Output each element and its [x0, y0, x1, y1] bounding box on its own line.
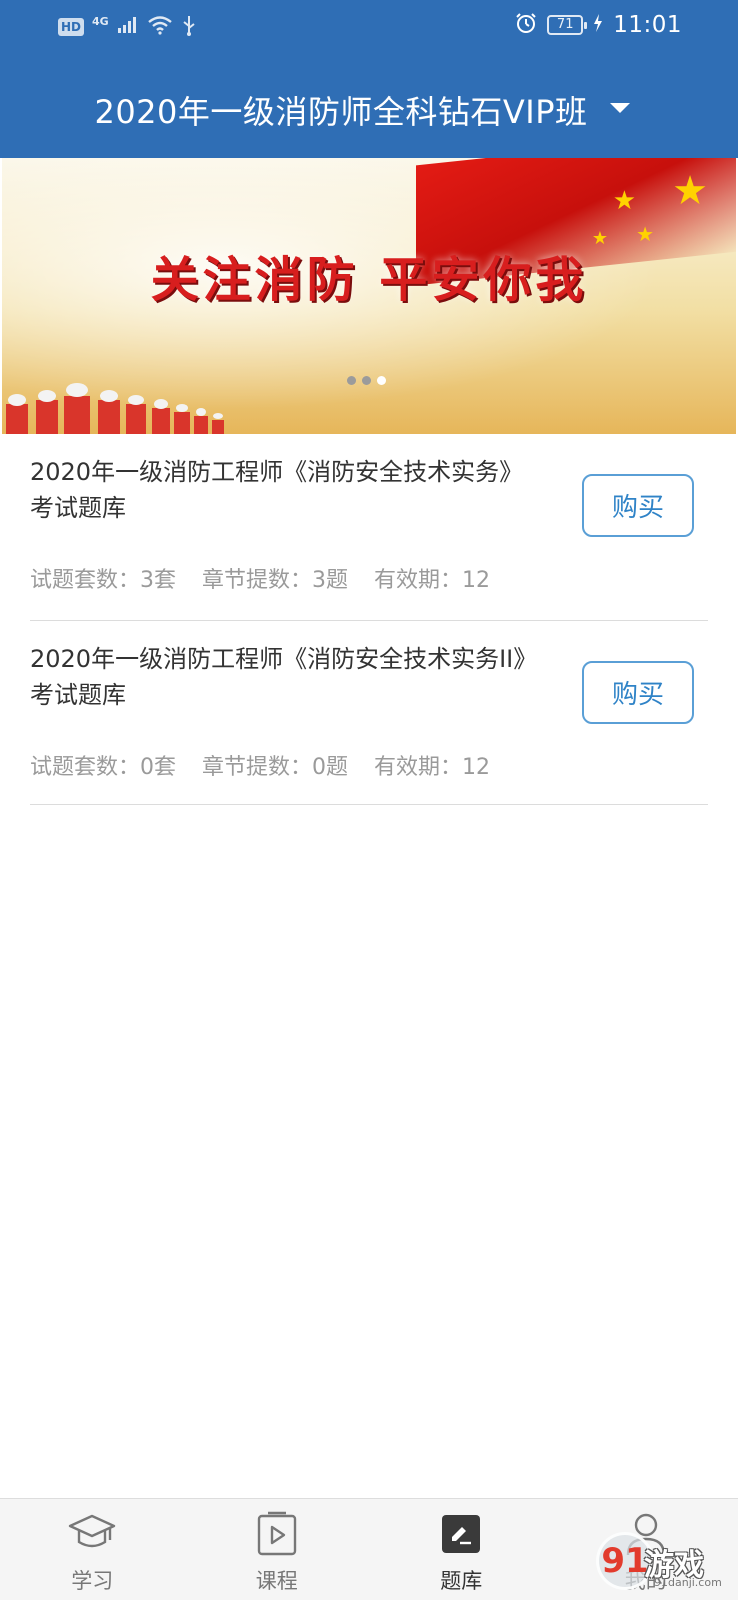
- tab-study[interactable]: 学习: [0, 1499, 185, 1600]
- wifi-icon: [147, 15, 173, 39]
- usb-icon: [181, 14, 197, 40]
- item-meta: 试题套数：3套 章节提数：3题 有效期：12: [30, 562, 490, 594]
- chevron-down-icon: [609, 103, 630, 113]
- carousel-dot[interactable]: [362, 376, 371, 385]
- star-icon: ★: [672, 168, 708, 214]
- signal-icon: [117, 16, 139, 38]
- list-item[interactable]: 2020年一级消防工程师《消防安全技术实务》考试题库 购买 试题套数：3套 章节…: [30, 434, 708, 621]
- app-header: HD 4G 71 11:01 2020年一级消防师全科钻石VIP班: [0, 0, 738, 158]
- set-count: 试题套数：0套: [30, 755, 176, 780]
- charging-icon: [593, 14, 603, 36]
- chapter-count: 章节提数：3题: [202, 568, 348, 593]
- status-time: 11:01: [613, 12, 682, 38]
- tab-label: 学习: [71, 1569, 114, 1593]
- banner-slogan: 关注消防 平安你我: [150, 252, 588, 308]
- list-item[interactable]: 2020年一级消防工程师《消防安全技术实务II》考试题库 购买 试题套数：0套 …: [30, 621, 708, 805]
- item-title: 2020年一级消防工程师《消防安全技术实务II》考试题库: [30, 645, 526, 709]
- tab-label: 课程: [255, 1569, 298, 1593]
- carousel-indicator[interactable]: [347, 376, 386, 385]
- tab-courses[interactable]: 课程: [185, 1499, 370, 1600]
- alarm-icon: [515, 12, 537, 38]
- network-type: 4G: [92, 14, 109, 28]
- play-document-icon: [252, 1509, 302, 1559]
- validity-period: 有效期：12: [374, 568, 490, 593]
- hd-badge: HD: [58, 18, 85, 36]
- watermark-domain: 91danji.com: [654, 1576, 722, 1589]
- buy-button[interactable]: 购买: [582, 661, 694, 724]
- class-selector[interactable]: 2020年一级消防师全科钻石VIP班: [0, 80, 738, 140]
- firefighters-image: [6, 383, 224, 434]
- site-watermark: 91 游戏 91danji.com: [592, 1526, 732, 1596]
- set-count: 试题套数：3套: [30, 568, 176, 593]
- buy-button[interactable]: 购买: [582, 474, 694, 537]
- carousel-dot[interactable]: [347, 376, 356, 385]
- question-bank-icon: [436, 1509, 486, 1559]
- question-bank-list: 2020年一级消防工程师《消防安全技术实务》考试题库 购买 试题套数：3套 章节…: [30, 434, 708, 805]
- status-bar: HD 4G 71 11:01: [0, 0, 738, 56]
- tab-question-bank[interactable]: 题库: [369, 1499, 554, 1600]
- chapter-count: 章节提数：0题: [202, 755, 348, 780]
- status-left: HD 4G: [58, 14, 197, 40]
- battery-indicator: 71: [547, 15, 588, 35]
- promo-banner[interactable]: ★ ★ ★ ★ 关注消防 平安你我: [2, 158, 736, 434]
- graduation-cap-icon: [67, 1509, 117, 1559]
- page-title: 2020年一级消防师全科钻石VIP班: [94, 93, 588, 131]
- tab-label: 题库: [440, 1569, 483, 1593]
- validity-period: 有效期：12: [374, 755, 490, 780]
- status-right: 71 11:01: [515, 12, 682, 38]
- item-title: 2020年一级消防工程师《消防安全技术实务》考试题库: [30, 458, 524, 522]
- carousel-dot-active[interactable]: [377, 376, 386, 385]
- star-icon: ★: [612, 186, 636, 216]
- app-screen: HD 4G 71 11:01 2020年一级消防师全科钻石VIP班 ★ ★ ★ …: [0, 0, 738, 1600]
- item-meta: 试题套数：0套 章节提数：0题 有效期：12: [30, 749, 490, 781]
